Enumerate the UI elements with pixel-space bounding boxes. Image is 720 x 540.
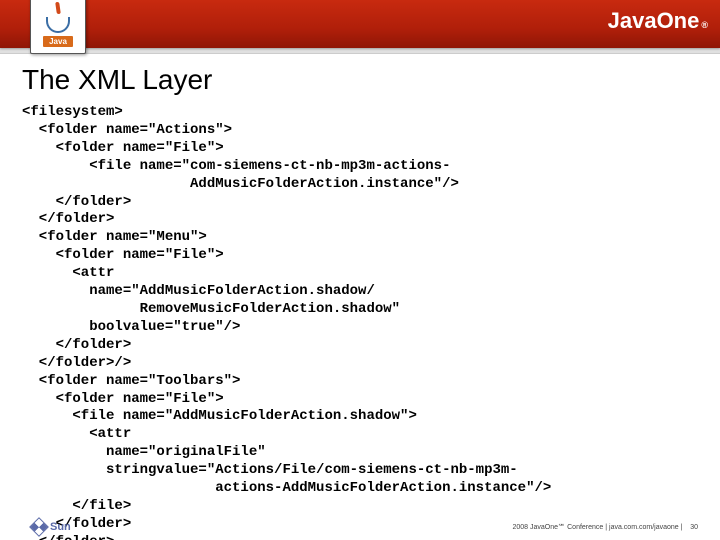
sun-logo: Sun — [32, 520, 71, 534]
registered-mark: ® — [701, 20, 708, 30]
slide-title: The XML Layer — [22, 64, 698, 96]
slide-content: The XML Layer <filesystem> <folder name=… — [0, 54, 720, 540]
footer-note: 2008 JavaOne℠ Conference | java.com.com/… — [513, 523, 699, 531]
brand-logo: JavaOne® — [608, 8, 708, 34]
java-steam-icon — [55, 2, 61, 14]
java-logo-badge: Java — [30, 0, 86, 54]
sun-logo-text: Sun — [50, 521, 71, 533]
java-badge-label: Java — [43, 36, 73, 47]
footer-note-text: 2008 JavaOne℠ Conference | java.com.com/… — [513, 524, 683, 531]
java-cup-icon — [46, 17, 70, 33]
page-number: 30 — [690, 524, 698, 531]
footer: Sun 2008 JavaOne℠ Conference | java.com.… — [0, 520, 720, 534]
sun-mark-icon — [29, 517, 49, 537]
brand-text: JavaOne — [608, 8, 700, 34]
xml-code-block: <filesystem> <folder name="Actions"> <fo… — [22, 104, 698, 540]
header-bar: Java JavaOne® — [0, 0, 720, 48]
